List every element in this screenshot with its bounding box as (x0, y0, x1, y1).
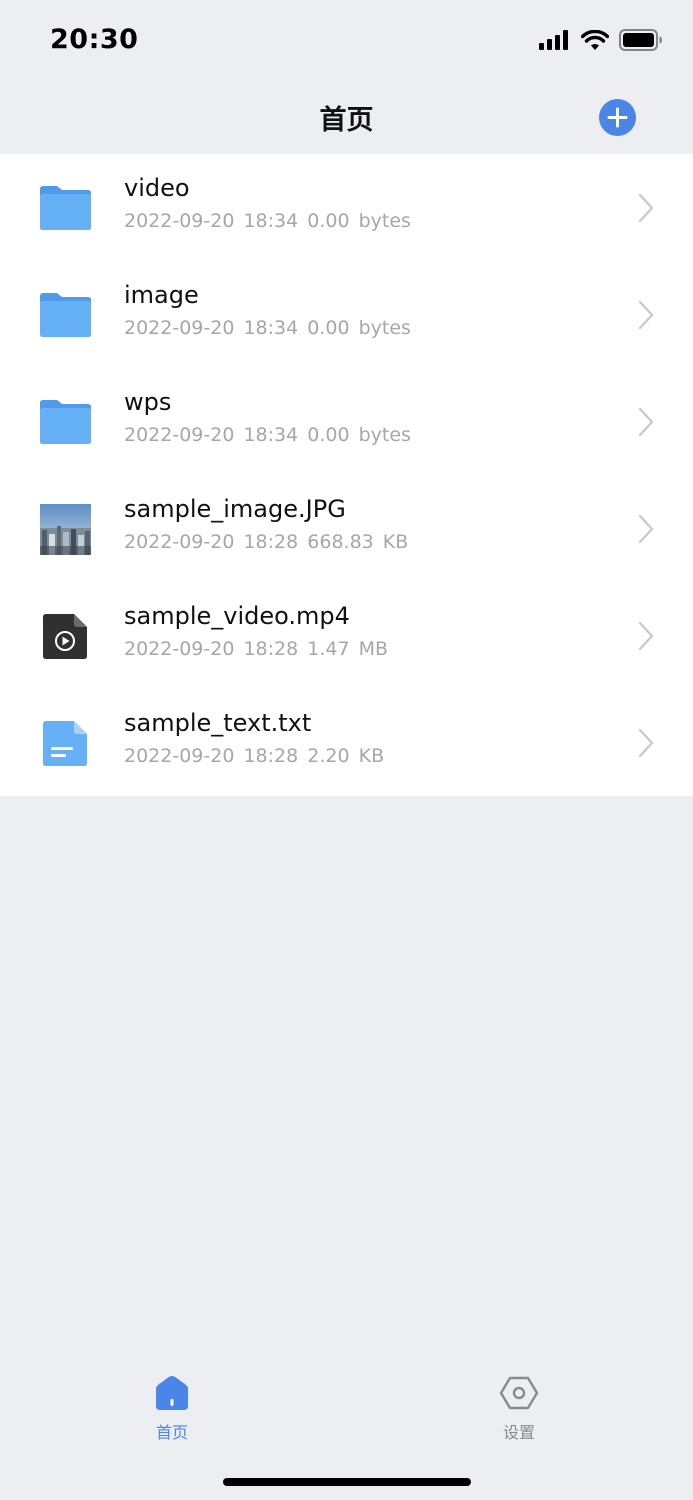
file-size: 1.47 MB (307, 638, 389, 660)
file-name: sample_text.txt (124, 709, 312, 737)
file-date: 2022-09-20 18:34 (124, 317, 299, 339)
file-list: video 2022-09-20 18:34 0.00 bytes image … (0, 154, 693, 796)
file-name: wps (124, 388, 172, 416)
file-meta: 2022-09-20 18:28 1.47 MB (124, 638, 388, 660)
file-size: 2.20 KB (307, 745, 385, 767)
chevron-right-icon (638, 621, 654, 651)
file-date: 2022-09-20 18:34 (124, 424, 299, 446)
status-time: 20:30 (50, 24, 139, 55)
home-icon (156, 1376, 188, 1410)
image-thumbnail (40, 504, 91, 555)
status-icons (539, 29, 663, 51)
folder-icon (40, 293, 91, 337)
plus-icon (607, 107, 628, 128)
file-row-image[interactable]: image 2022-09-20 18:34 0.00 bytes (0, 261, 693, 368)
file-name: sample_video.mp4 (124, 602, 350, 630)
status-bar: 20:30 (0, 0, 693, 84)
file-row-wps[interactable]: wps 2022-09-20 18:34 0.00 bytes (0, 368, 693, 475)
file-meta: 2022-09-20 18:28 2.20 KB (124, 745, 384, 767)
folder-icon (40, 186, 91, 230)
wifi-icon (581, 29, 609, 50)
tab-label: 首页 (155, 1423, 188, 1442)
file-meta: 2022-09-20 18:34 0.00 bytes (124, 424, 411, 446)
file-meta: 2022-09-20 18:34 0.00 bytes (124, 317, 411, 339)
file-meta: 2022-09-20 18:28 668.83 KB (124, 531, 408, 553)
file-date: 2022-09-20 18:34 (124, 210, 299, 232)
tab-settings[interactable]: 设置 (459, 1373, 579, 1443)
page-title: 首页 (319, 105, 374, 136)
file-meta: 2022-09-20 18:34 0.00 bytes (124, 210, 411, 232)
folder-icon (40, 400, 91, 444)
file-size: 0.00 bytes (307, 424, 411, 446)
nav-bar: 首页 (0, 84, 693, 154)
signal-icon (539, 30, 568, 50)
file-name: image (124, 281, 199, 309)
chevron-right-icon (638, 728, 654, 758)
file-size: 668.83 KB (307, 531, 409, 553)
tab-home[interactable]: 首页 (112, 1373, 232, 1443)
screen: 20:30 首页 video 2022-09-20 18:34 0.00 byt… (0, 0, 693, 1500)
tab-label: 设置 (502, 1423, 535, 1442)
chevron-right-icon (638, 193, 654, 223)
chevron-right-icon (638, 514, 654, 544)
file-date: 2022-09-20 18:28 (124, 745, 299, 767)
file-date: 2022-09-20 18:28 (124, 638, 299, 660)
file-row-sample-video[interactable]: sample_video.mp4 2022-09-20 18:28 1.47 M… (0, 582, 693, 689)
file-row-video[interactable]: video 2022-09-20 18:34 0.00 bytes (0, 154, 693, 261)
text-file-icon (43, 721, 87, 766)
settings-icon (499, 1376, 539, 1410)
home-indicator (223, 1478, 471, 1486)
file-date: 2022-09-20 18:28 (124, 531, 299, 553)
video-file-icon (43, 614, 87, 659)
chevron-right-icon (638, 407, 654, 437)
file-row-sample-image[interactable]: sample_image.JPG 2022-09-20 18:28 668.83… (0, 475, 693, 582)
file-size: 0.00 bytes (307, 317, 411, 339)
chevron-right-icon (638, 300, 654, 330)
add-button[interactable] (599, 99, 636, 136)
battery-icon (619, 29, 662, 51)
file-name: video (124, 174, 190, 202)
file-size: 0.00 bytes (307, 210, 411, 232)
file-row-sample-text[interactable]: sample_text.txt 2022-09-20 18:28 2.20 KB (0, 689, 693, 796)
file-name: sample_image.JPG (124, 495, 346, 523)
